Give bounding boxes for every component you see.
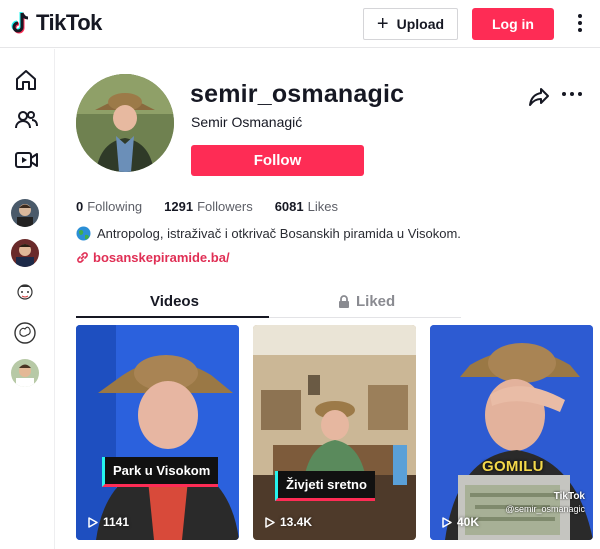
video-views-2: 13.4K (265, 515, 312, 529)
following-stat[interactable]: 0 Following (76, 199, 142, 214)
profile-full-name: Semir Osmanagić (191, 114, 303, 130)
account-avatar-1[interactable] (11, 199, 39, 227)
profile-avatar (76, 74, 174, 172)
live-icon[interactable] (13, 147, 39, 173)
video-card-2[interactable]: Živjeti sretno 13.4K (253, 325, 416, 540)
followers-label: Followers (197, 199, 253, 214)
video-thumbnail-1 (76, 325, 239, 540)
logo-text: TikTok (36, 10, 102, 35)
account-avatar-2[interactable] (11, 239, 39, 267)
play-icon (265, 516, 275, 528)
video-views-count-3: 40K (457, 515, 480, 529)
bio-text: Antropolog, istraživač i otkrivač Bosans… (97, 226, 461, 241)
video-card-3[interactable]: GOMILU TikTok @semir_osmanagic 40K (430, 325, 593, 540)
more-horizontal-icon[interactable] (562, 92, 582, 98)
globe-icon (76, 226, 91, 241)
profile-username: semir_osmanagic (190, 80, 405, 108)
likes-count: 6081 (274, 199, 304, 214)
tab-active-indicator (76, 316, 269, 318)
watermark-brand: TikTok (553, 491, 585, 502)
profile-link[interactable]: bosanskepiramide.ba/ (76, 250, 230, 265)
followers-count: 1291 (164, 199, 194, 214)
tab-videos[interactable]: Videos (150, 293, 199, 310)
play-icon (442, 516, 452, 528)
watermark-user: @semir_osmanagic (505, 504, 585, 514)
likes-stat: 6081 Likes (275, 199, 338, 214)
video-caption-1: Park u Visokom (102, 457, 219, 487)
top-bar: TikTok + Upload Log in (0, 0, 600, 48)
video-caption-2: Živjeti sretno (275, 471, 375, 501)
video-views-count-2: 13.4K (280, 515, 313, 529)
video-caption-3: GOMILU (482, 458, 544, 475)
tiktok-logo[interactable]: TikTok (10, 10, 102, 36)
share-icon[interactable] (528, 85, 550, 107)
tiktok-watermark: TikTok @semir_osmanagic (505, 491, 585, 515)
video-views-1: 1141 (88, 515, 129, 529)
tiktok-note-icon (11, 12, 29, 34)
account-avatar-5[interactable] (11, 359, 39, 387)
video-views-count-1: 1141 (103, 515, 130, 529)
plus-icon: + (376, 13, 389, 35)
profile-stats: 0 Following 1291 Followers 6081 Likes (76, 199, 338, 214)
tab-liked-label: Liked (356, 293, 396, 310)
account-avatar-3[interactable] (11, 279, 39, 307)
upload-button[interactable]: + Upload (363, 8, 458, 40)
profile-bio: Antropolog, istraživač i otkrivač Bosans… (76, 226, 461, 241)
play-icon (88, 516, 98, 528)
more-vertical-icon[interactable] (574, 12, 586, 34)
likes-label: Likes (307, 199, 338, 214)
video-views-3: 40K (442, 515, 479, 529)
link-text: bosanskepiramide.ba/ (93, 250, 230, 265)
sidebar (0, 49, 55, 549)
upload-label: Upload (396, 16, 445, 32)
following-icon[interactable] (13, 107, 39, 133)
login-button[interactable]: Log in (472, 8, 554, 40)
account-avatar-4[interactable] (11, 319, 39, 347)
link-icon (77, 252, 88, 263)
home-icon[interactable] (13, 67, 39, 93)
video-thumbnail-2 (253, 325, 416, 540)
video-card-1[interactable]: Park u Visokom 1141 (76, 325, 239, 540)
follow-button[interactable]: Follow (191, 145, 364, 176)
lock-icon (339, 295, 349, 308)
followers-stat[interactable]: 1291 Followers (164, 199, 253, 214)
following-label: Following (87, 199, 143, 214)
profile-tabs: Videos Liked (76, 285, 461, 318)
following-count: 0 (76, 199, 84, 214)
tab-liked[interactable]: Liked (338, 293, 395, 310)
